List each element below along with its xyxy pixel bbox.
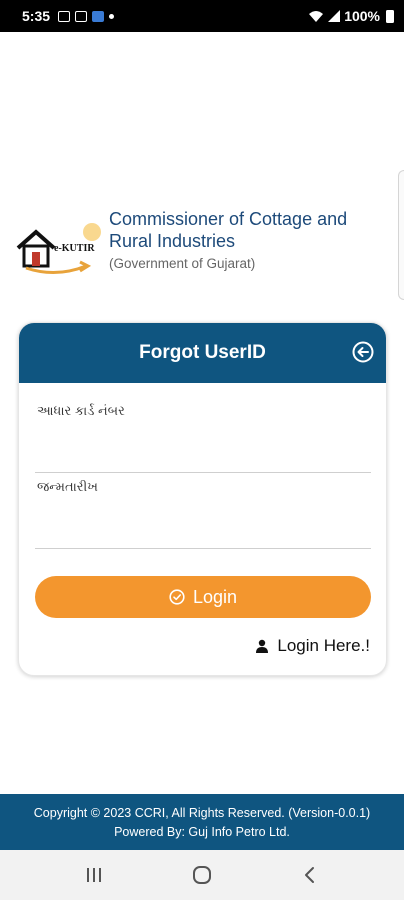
ekutir-logo: e-KUTIR [16,218,104,282]
back-arrow-circle-icon[interactable] [352,341,374,363]
home-icon[interactable] [190,863,214,887]
date-of-birth-input[interactable] [35,522,371,544]
status-right: 100% [308,8,394,24]
status-bar: 5:35 100% [0,0,404,32]
org-subtitle: (Government of Gujarat) [109,256,256,271]
notification-dot-icon [109,13,115,19]
card-title: Forgot UserID [139,342,266,363]
wifi-icon [309,10,324,22]
check-circle-icon [169,589,185,605]
org-text: Commissioner of Cottage and Rural Indust… [109,208,369,271]
logo-text: e-KUTIR [54,243,95,254]
date-of-birth-label: જન્મતારીખ [37,479,98,494]
login-here-link[interactable]: Login Here.! [255,636,370,656]
recents-icon[interactable] [82,863,106,887]
signal-icon [328,10,341,22]
aadhaar-number-field: આધાર કાર્ડ નંબર [35,403,371,473]
user-icon [256,639,269,653]
brand-header: e-KUTIR Commissioner of Cottage and Rura… [16,208,369,282]
aadhaar-number-label: આધાર કાર્ડ નંબર [37,403,125,418]
forgot-userid-card: Forgot UserID આધાર કાર્ડ નંબર જન્મતારીખ … [18,322,387,676]
org-title: Commissioner of Cottage and Rural Indust… [109,209,348,251]
navigation-bar [0,850,404,900]
aadhaar-number-input[interactable] [35,446,371,468]
screen: 5:35 100% e-KUTIR Commissioner of Cottag… [0,0,404,900]
card-header: Forgot UserID [19,323,386,383]
back-icon[interactable] [298,863,322,887]
login-button-label: Login [192,586,238,607]
news-icon [75,10,88,22]
battery-percent: 100% [344,8,380,24]
login-here-label: Login Here.! [277,636,370,655]
battery-icon [386,9,394,23]
copyright-text: Copyright © 2023 CCRI, All Rights Reserv… [33,806,371,820]
footer: Copyright © 2023 CCRI, All Rights Reserv… [0,794,404,850]
gallery-icon [58,10,71,22]
status-time: 5:35 [22,8,51,24]
date-of-birth-field: જન્મતારીખ [35,479,371,549]
edge-panel-handle[interactable] [398,170,404,300]
powered-by-text: Powered By: Guj Info Petro Ltd. [114,825,290,839]
login-button[interactable]: Login [35,576,371,618]
cloud-icon [92,10,105,22]
